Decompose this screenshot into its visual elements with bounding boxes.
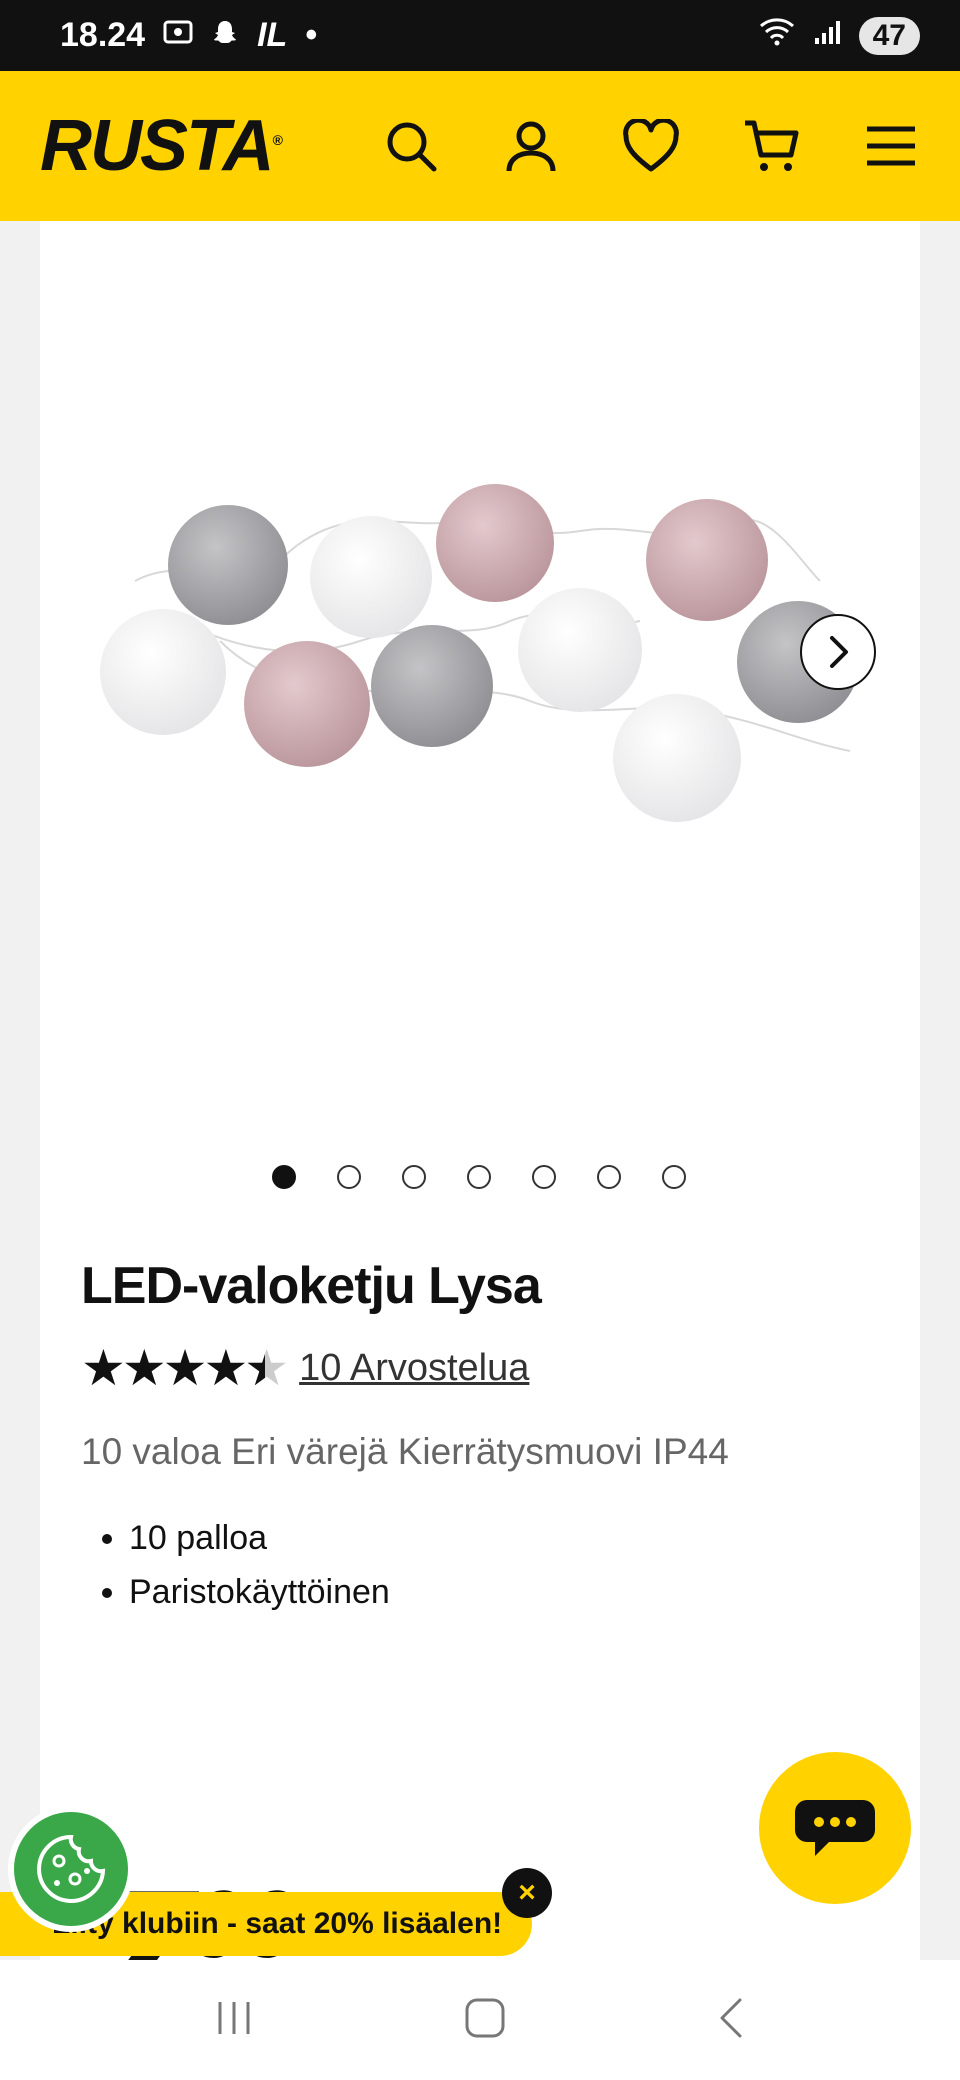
product-title: LED-valoketju Lysa [81,1257,542,1315]
feature-item: 10 palloa [129,1511,390,1565]
close-icon: × [518,1876,536,1909]
rusta-logo[interactable]: RUSTA® [40,105,283,187]
gallery-dot-1[interactable] [272,1165,296,1189]
gallery-dot-4[interactable] [467,1165,491,1189]
gallery-dot-3[interactable] [402,1165,426,1189]
carrier-badge: IL [257,16,288,54]
system-navigation-bar [0,1960,960,2080]
notification-dot-icon: • [305,16,318,54]
status-time: 18.24 [60,16,146,54]
chevron-right-icon [830,636,848,668]
status-bar: 18.24 IL • 47 [0,0,960,71]
battery-indicator: 47 [858,16,920,55]
recent-apps-icon[interactable] [214,1998,254,2043]
product-feature-list: 10 palloa Paristokäyttöinen [81,1511,390,1619]
cart-icon[interactable] [742,117,800,175]
product-image [100,484,859,822]
gallery-pagination-dots [272,1165,686,1189]
chat-button[interactable] [759,1752,911,1904]
cookie-icon [37,1834,106,1903]
gallery-dot-2[interactable] [337,1165,361,1189]
cookie-settings-button[interactable] [8,1806,134,1932]
gallery-dot-5[interactable] [532,1165,556,1189]
promo-close-button[interactable]: × [502,1868,552,1918]
wifi-icon [757,16,797,55]
product-card: LED-valoketju Lysa ★★★★★★ 10 Arvostelua … [40,221,920,2061]
account-icon[interactable] [502,117,560,175]
back-icon[interactable] [716,1996,746,2045]
rating-stars: ★★★★★★ [81,1340,289,1396]
screenshot-icon [163,16,193,55]
feature-item: Paristokäyttöinen [129,1565,390,1619]
product-image-gallery[interactable] [40,221,920,1141]
chat-bubble-icon [795,1800,875,1856]
signal-icon [813,16,843,55]
reviews-link[interactable]: 10 Arvostelua [299,1347,529,1390]
product-short-description: 10 valoa Eri värejä Kierrätysmuovi IP44 [81,1431,729,1472]
menu-hamburger-icon[interactable] [862,117,920,175]
snapchat-icon [211,16,239,55]
home-icon[interactable] [463,1996,507,2045]
gallery-dot-7[interactable] [662,1165,686,1189]
promo-text: Liity klubiin - saat 20% lisäalen! [52,1907,503,1940]
wishlist-heart-icon[interactable] [622,117,680,175]
site-header: RUSTA® [0,71,960,221]
gallery-next-button[interactable] [800,614,876,690]
gallery-dot-6[interactable] [597,1165,621,1189]
search-icon[interactable] [382,117,440,175]
product-rating: ★★★★★★ 10 Arvostelua [81,1339,529,1397]
